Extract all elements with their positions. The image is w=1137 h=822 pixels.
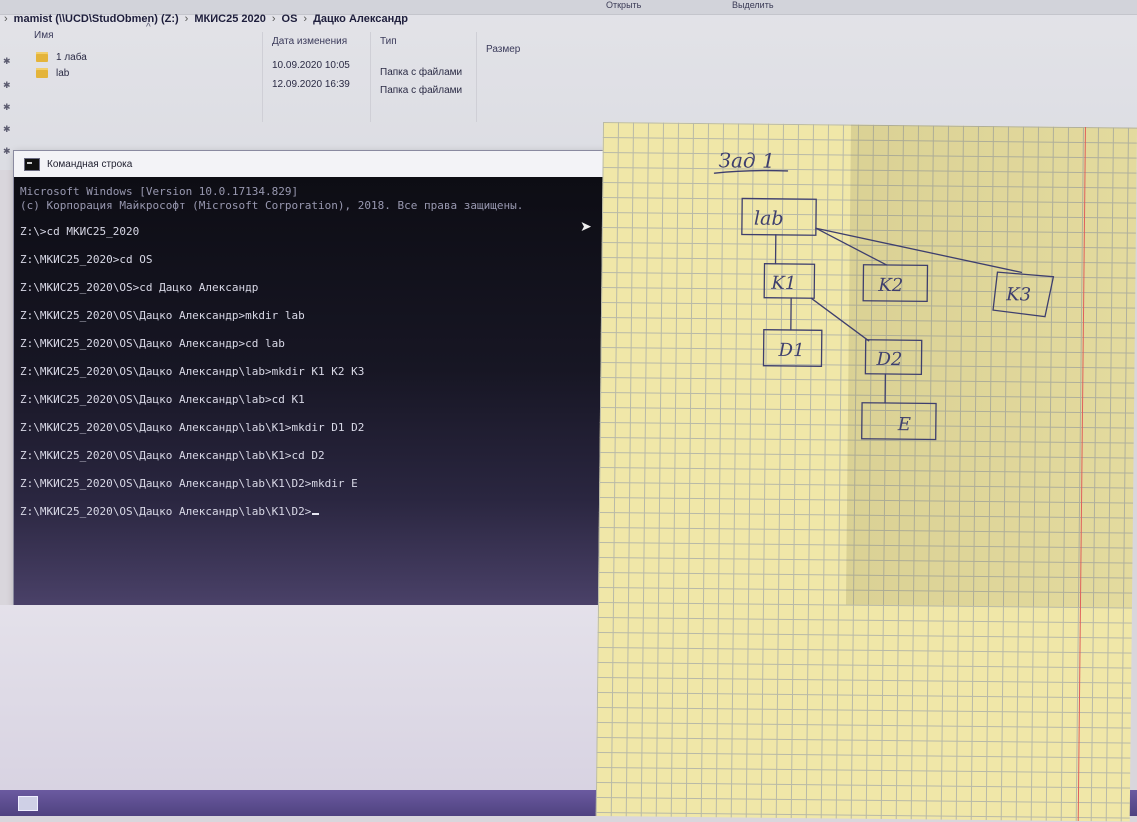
node-label-lab: lab xyxy=(754,208,784,230)
node-label-k1: K1 xyxy=(770,273,796,294)
console-line: Z:\МКИС25_2020\OS\Дацко Александр>mkdir … xyxy=(20,309,305,322)
cmd-titlebar[interactable]: Командная строка xyxy=(14,151,618,177)
console-line: Microsoft Windows [Version 10.0.17134.82… xyxy=(20,185,298,198)
column-header-name[interactable]: Имя xyxy=(34,30,53,41)
select-ribbon-button[interactable]: Выделить xyxy=(732,0,774,10)
breadcrumb-chevron-icon: › xyxy=(272,13,276,25)
breadcrumb-drive[interactable]: mamist (\\UCD\StudObmen) (Z:) xyxy=(14,13,179,25)
pin-icon[interactable]: ✱ xyxy=(3,124,11,135)
column-header-type[interactable]: Тип xyxy=(380,36,397,47)
console-line: Z:\>cd МКИС25_2020 xyxy=(20,225,139,238)
command-prompt-window[interactable]: Командная строка Microsoft Windows [Vers… xyxy=(13,150,619,607)
console-line: Z:\МКИС25_2020\OS\Дацко Александр>cd lab xyxy=(20,337,285,350)
folder-icon xyxy=(36,68,48,78)
console-line: Z:\МКИС25_2020\OS\Дацко Александр\lab>cd… xyxy=(20,393,305,406)
pin-icon[interactable]: ✱ xyxy=(3,56,11,67)
column-header-date[interactable]: Дата изменения xyxy=(272,36,347,47)
desktop-background xyxy=(0,605,610,790)
pin-icon[interactable]: ✱ xyxy=(3,80,11,91)
mouse-pointer-icon: ➤ xyxy=(580,218,592,235)
breadcrumb-chevron-icon: › xyxy=(4,13,8,25)
console-line: Z:\МКИС25_2020\OS>cd Дацко Александр xyxy=(20,281,258,294)
cmd-title: Командная строка xyxy=(47,159,132,170)
console-line: Z:\МКИС25_2020\OS\Дацко Александр\lab\K1… xyxy=(20,477,358,490)
node-label-k2: K2 xyxy=(877,275,903,296)
file-type: Папка с файлами xyxy=(380,67,462,83)
file-name: 1 лаба xyxy=(56,52,87,63)
edge-lab-k2 xyxy=(816,228,887,265)
file-type: Папка с файлами xyxy=(380,85,462,101)
open-ribbon-button[interactable]: Открыть xyxy=(606,0,641,10)
directory-tree-sketch: Зад 1 lab K1 K2 K3 D1 D2 E xyxy=(599,122,1137,548)
console-prompt: Z:\МКИС25_2020\OS\Дацко Александр\lab\K1… xyxy=(20,505,311,518)
taskbar-app-icon[interactable] xyxy=(18,796,38,811)
node-label-k3: K3 xyxy=(1005,284,1031,305)
notebook-heading: Зад 1 xyxy=(718,148,774,173)
edge-k1-d2 xyxy=(811,298,869,341)
column-divider[interactable] xyxy=(476,32,477,122)
console-line: Z:\МКИС25_2020>cd OS xyxy=(20,253,152,266)
folder-icon xyxy=(36,52,48,62)
file-row[interactable]: 1 лаба xyxy=(36,52,87,68)
cmd-icon xyxy=(24,158,40,171)
breadcrumb-chevron-icon: › xyxy=(303,13,307,25)
notebook-paper: Зад 1 lab K1 K2 K3 D1 D2 E xyxy=(596,122,1137,822)
breadcrumb-chevron-icon: › xyxy=(185,13,189,25)
column-divider[interactable] xyxy=(370,32,371,122)
file-row[interactable]: lab xyxy=(36,68,69,84)
breadcrumb-folder-current[interactable]: Дацко Александр xyxy=(313,13,408,25)
breadcrumb-folder-os[interactable]: OS xyxy=(282,13,298,25)
breadcrumb-folder-mkis[interactable]: МКИС25 2020 xyxy=(194,13,266,25)
column-header-size[interactable]: Размер xyxy=(486,44,520,55)
file-date: 12.09.2020 16:39 xyxy=(272,79,350,95)
console-line: Z:\МКИС25_2020\OS\Дацко Александр\lab\K1… xyxy=(20,449,325,462)
pin-icon[interactable]: ✱ xyxy=(3,102,11,113)
cmd-console[interactable]: Microsoft Windows [Version 10.0.17134.82… xyxy=(14,177,618,606)
node-label-d1: D1 xyxy=(778,340,805,361)
address-bar[interactable]: › mamist (\\UCD\StudObmen) (Z:) › МКИС25… xyxy=(0,10,764,28)
console-line: (c) Корпорация Майкрософт (Microsoft Cor… xyxy=(20,199,523,212)
node-label-d2: D2 xyxy=(875,349,902,370)
file-date: 10.09.2020 10:05 xyxy=(272,60,350,76)
console-prompt-line[interactable]: Z:\МКИС25_2020\OS\Дацко Александр\lab\K1… xyxy=(20,505,319,518)
sort-arrow-icon: ^ xyxy=(146,22,151,33)
file-name: lab xyxy=(56,68,69,79)
console-line: Z:\МКИС25_2020\OS\Дацко Александр\lab\K1… xyxy=(20,421,364,434)
text-cursor xyxy=(312,513,319,515)
console-line: Z:\МКИС25_2020\OS\Дацко Александр\lab>mk… xyxy=(20,365,364,378)
column-divider[interactable] xyxy=(262,32,263,122)
pin-icon[interactable]: ✱ xyxy=(3,146,11,157)
node-label-e: E xyxy=(897,414,911,435)
